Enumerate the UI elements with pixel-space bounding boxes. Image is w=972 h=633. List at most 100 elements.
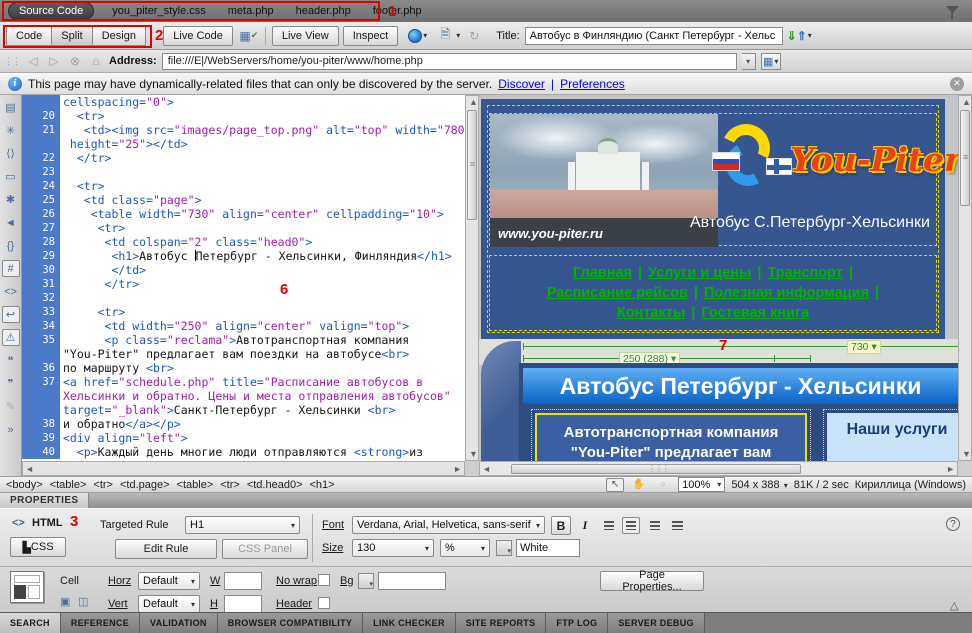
- align-left-icon[interactable]: [600, 517, 618, 534]
- text-color-swatch[interactable]: ▾: [496, 540, 512, 556]
- design-nav-link[interactable]: Расписание рейсов: [547, 285, 688, 301]
- related-file-tab[interactable]: footer.php: [373, 5, 422, 17]
- select-tool-icon[interactable]: ↖: [606, 478, 624, 492]
- no-wrap-checkbox[interactable]: [318, 574, 330, 586]
- merge-cells-icon[interactable]: ▣: [60, 595, 70, 608]
- code-horizontal-scrollbar[interactable]: ◄►: [22, 461, 465, 476]
- results-tab-validation[interactable]: VALIDATION: [140, 613, 218, 633]
- css-panel-button[interactable]: CSS Panel: [222, 539, 308, 559]
- design-nav-link[interactable]: Полезная информация: [704, 285, 869, 301]
- format-source-code-icon[interactable]: ✎: [2, 398, 20, 415]
- view-options-icon[interactable]: ▦▾: [761, 53, 781, 70]
- stop-icon[interactable]: ⊗: [67, 54, 83, 68]
- targeted-rule-dropdown[interactable]: H1▾: [185, 516, 300, 534]
- inspect-button[interactable]: Inspect: [343, 26, 398, 46]
- html-mode-button[interactable]: HTML: [32, 517, 63, 529]
- promo-text-box[interactable]: Автотранспортная компания "You-Piter" пр…: [535, 413, 807, 461]
- check-browser-compatibility-icon[interactable]: ▦✔: [239, 27, 259, 45]
- page-properties-button[interactable]: Page Properties...: [600, 571, 704, 591]
- split-cell-icon[interactable]: ◫: [78, 595, 88, 608]
- design-banner[interactable]: www.you-piter.ru You-Piter Автобус С.Пет…: [489, 113, 937, 246]
- document-title-input[interactable]: Автобус в Финляндию (Санкт Петербург - Х…: [525, 27, 783, 45]
- file-management-icon[interactable]: ⇓⇑▾: [787, 29, 812, 43]
- design-horizontal-scrollbar[interactable]: ◄ ►: [479, 461, 958, 476]
- design-nav-link[interactable]: Транспорт: [767, 265, 842, 281]
- live-view-button[interactable]: Live View: [272, 26, 339, 46]
- css-mode-button[interactable]: ▙ CSS: [10, 537, 66, 557]
- help-icon[interactable]: ?: [946, 517, 960, 531]
- magnification-dropdown[interactable]: 100%▾: [678, 477, 725, 492]
- vert-dropdown[interactable]: Default▾: [138, 595, 200, 613]
- live-code-button[interactable]: Live Code: [163, 26, 233, 46]
- tag-selector-item[interactable]: <h1>: [310, 479, 335, 491]
- code-view[interactable]: cellspacing="0">20 <tr>21 <td><img src="…: [22, 95, 465, 461]
- edit-rule-button[interactable]: Edit Rule: [115, 539, 217, 559]
- design-nav-link[interactable]: Гостевая книга: [701, 305, 809, 321]
- collapse-full-tag-icon[interactable]: ⟨⟩: [2, 145, 20, 162]
- design-nav-link[interactable]: Главная: [573, 265, 632, 281]
- design-nav-link[interactable]: Услуги и цены: [648, 265, 751, 281]
- hand-tool-icon[interactable]: ✋: [630, 478, 648, 492]
- design-vertical-scrollbar[interactable]: ▲ ▼: [958, 95, 972, 461]
- horz-dropdown[interactable]: Default▾: [138, 572, 200, 590]
- forward-icon[interactable]: ▷: [46, 54, 62, 68]
- header-checkbox[interactable]: [318, 597, 330, 609]
- window-size-dropdown[interactable]: 504 x 388 ▾: [731, 479, 787, 491]
- size-dropdown[interactable]: 130▾: [352, 539, 434, 557]
- bg-color-swatch[interactable]: ▾: [358, 573, 374, 589]
- preferences-link[interactable]: Preferences: [560, 77, 625, 91]
- tag-selector-item[interactable]: <tr>: [220, 479, 240, 491]
- discover-link[interactable]: Discover: [498, 77, 545, 91]
- apply-comment-icon[interactable]: ❝: [2, 352, 20, 369]
- address-input[interactable]: file:///E|/WebServers/home/you-piter/www…: [162, 53, 737, 70]
- preview-in-browser-icon[interactable]: ▾: [408, 29, 427, 43]
- expand-all-icon[interactable]: ✱: [2, 191, 20, 208]
- address-dropdown-icon[interactable]: ▾: [742, 53, 756, 70]
- results-tab-link-checker[interactable]: LINK CHECKER: [363, 613, 456, 633]
- services-box[interactable]: Наши услуги: [827, 413, 958, 461]
- design-nav-link[interactable]: Контакты: [617, 305, 685, 321]
- height-input[interactable]: [224, 595, 262, 613]
- collapse-selection-icon[interactable]: ▭: [2, 168, 20, 185]
- validate-markup-icon[interactable]: 🗎▾: [435, 27, 460, 45]
- table-width-menu[interactable]: 730 ▾: [847, 340, 881, 354]
- line-numbers-icon[interactable]: #: [2, 260, 20, 277]
- open-documents-icon[interactable]: ▤: [2, 99, 20, 116]
- align-right-icon[interactable]: [646, 517, 664, 534]
- collapse-panel-icon[interactable]: △: [950, 599, 958, 612]
- home-icon[interactable]: ⌂: [88, 54, 104, 68]
- tag-selector-item[interactable]: <tr>: [93, 479, 113, 491]
- results-tab-server-debug[interactable]: SERVER DEBUG: [608, 613, 704, 633]
- word-wrap-icon[interactable]: ↩: [2, 306, 20, 323]
- refresh-design-view-icon[interactable]: ↻: [466, 29, 482, 43]
- text-color-input[interactable]: White: [516, 539, 580, 557]
- tag-selector-item[interactable]: <td.head0>: [247, 479, 303, 491]
- size-unit-dropdown[interactable]: %▾: [440, 539, 490, 557]
- tag-selector-item[interactable]: <table>: [50, 479, 87, 491]
- tag-selector-item[interactable]: <body>: [6, 479, 43, 491]
- bold-button[interactable]: B: [551, 516, 571, 535]
- results-tab-reference[interactable]: REFERENCE: [61, 613, 140, 633]
- zoom-tool-icon[interactable]: ⌕: [654, 478, 672, 492]
- design-view[interactable]: www.you-piter.ru You-Piter Автобус С.Пет…: [479, 95, 958, 461]
- balance-braces-icon[interactable]: {}: [2, 237, 20, 254]
- results-tab-browser-compatibility[interactable]: BROWSER COMPATIBILITY: [218, 613, 363, 633]
- select-parent-tag-icon[interactable]: ◄: [2, 214, 20, 231]
- align-justify-icon[interactable]: [668, 517, 686, 534]
- close-infobar-icon[interactable]: ✕: [950, 77, 964, 91]
- width-input[interactable]: [224, 572, 262, 590]
- results-tab-site-reports[interactable]: SITE REPORTS: [456, 613, 547, 633]
- more-coding-tools-icon[interactable]: »: [2, 421, 20, 438]
- tag-selector-item[interactable]: <td.page>: [120, 479, 170, 491]
- code-navigator-icon[interactable]: ✳: [2, 122, 20, 139]
- properties-tab[interactable]: PROPERTIES: [0, 493, 89, 508]
- align-center-icon[interactable]: [622, 517, 640, 534]
- syntax-error-alerts-icon[interactable]: ⚠: [2, 329, 20, 346]
- filter-related-files-icon[interactable]: [946, 6, 959, 15]
- code-vertical-scrollbar[interactable]: ▲ ▼: [465, 95, 479, 461]
- design-h1-heading[interactable]: Автобус Петербург - Хельсинки: [523, 368, 958, 404]
- remove-comment-icon[interactable]: ❞: [2, 375, 20, 392]
- results-tab-search[interactable]: SEARCH: [0, 613, 61, 633]
- italic-button[interactable]: I: [575, 516, 595, 535]
- font-dropdown[interactable]: Verdana, Arial, Helvetica, sans-serif▾: [352, 516, 545, 534]
